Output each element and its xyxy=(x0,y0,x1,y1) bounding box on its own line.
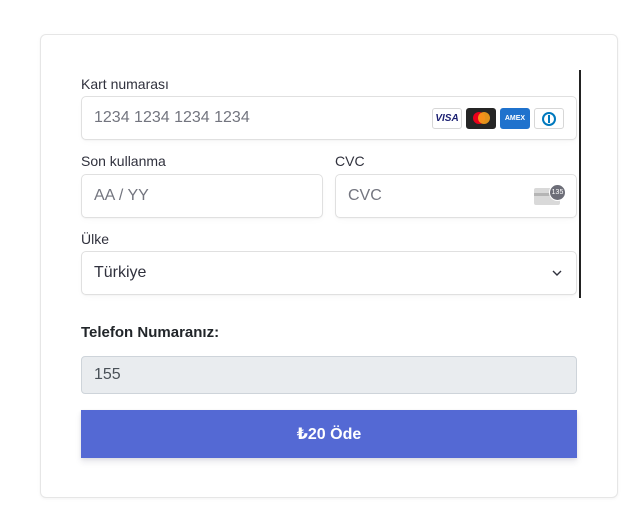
expiry-input[interactable] xyxy=(94,175,304,217)
pay-button[interactable]: ₺20 Öde xyxy=(81,410,577,458)
iframe-edge-divider xyxy=(579,70,581,298)
cvc-badge: 135 xyxy=(549,184,566,201)
country-label: Ülke xyxy=(81,231,110,247)
visa-icon: VISA xyxy=(432,108,462,129)
expiry-label: Son kullanma xyxy=(81,153,166,169)
diners-icon xyxy=(534,108,564,129)
cvc-input[interactable] xyxy=(348,175,518,217)
phone-input[interactable]: 155 xyxy=(81,356,577,394)
card-number-field[interactable]: VISA AMEX xyxy=(81,96,577,140)
amex-icon: AMEX xyxy=(500,108,530,129)
cvc-card-icon: 135 xyxy=(534,184,566,207)
card-number-input[interactable] xyxy=(94,97,414,139)
phone-label: Telefon Numaranız: xyxy=(81,324,220,341)
mastercard-icon xyxy=(466,108,496,129)
card-number-label: Kart numarası xyxy=(81,76,169,92)
cvc-label: CVC xyxy=(335,153,365,169)
expiry-field[interactable] xyxy=(81,174,323,218)
cvc-field[interactable]: 135 xyxy=(335,174,577,218)
country-select[interactable]: Türkiye xyxy=(81,251,577,295)
country-value: Türkiye xyxy=(94,264,147,281)
card-brands: VISA AMEX xyxy=(432,108,564,129)
chevron-down-icon xyxy=(552,270,562,276)
